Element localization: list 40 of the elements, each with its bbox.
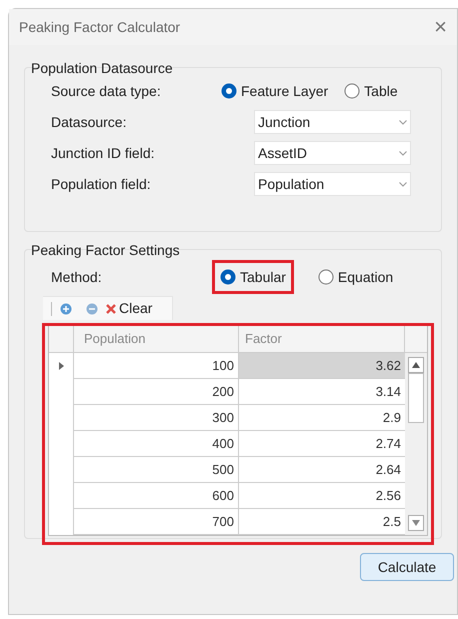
window-title: Peaking Factor Calculator bbox=[19, 18, 180, 37]
dropdown[interactable]: Junction bbox=[254, 110, 411, 134]
table-cell[interactable]: 100 bbox=[74, 353, 239, 379]
chevron-down-icon bbox=[399, 120, 407, 124]
group-title: Peaking Factor Settings bbox=[31, 241, 181, 260]
radio-unchecked-icon bbox=[318, 269, 334, 285]
radio-option[interactable]: Equation bbox=[318, 266, 394, 288]
table-cell[interactable]: 700 bbox=[74, 509, 239, 535]
table-cell[interactable]: 600 bbox=[74, 483, 239, 509]
radio-unchecked-icon bbox=[344, 83, 360, 99]
scroll-thumb[interactable] bbox=[408, 373, 424, 423]
table-cell[interactable]: 400 bbox=[74, 431, 239, 457]
row-pointer-icon bbox=[58, 362, 64, 370]
close-button[interactable]: × bbox=[430, 16, 451, 38]
dropdown[interactable]: Population bbox=[254, 172, 411, 196]
calculate-button[interactable]: Calculate bbox=[360, 553, 454, 581]
field-label: Population field: bbox=[51, 174, 152, 194]
add-icon[interactable] bbox=[60, 302, 72, 314]
field-label: Source data type: bbox=[51, 82, 162, 101]
table-cell[interactable]: 500 bbox=[74, 457, 239, 483]
field-label: Junction ID field: bbox=[51, 144, 156, 162]
scrollbar[interactable] bbox=[405, 353, 427, 535]
dropdown[interactable]: AssetID bbox=[254, 141, 411, 165]
table-cell[interactable]: 200 bbox=[74, 379, 239, 405]
chevron-down-icon bbox=[399, 150, 407, 156]
group-title: Population Datasource bbox=[31, 59, 174, 78]
radio-option[interactable]: Feature Layer bbox=[221, 80, 328, 102]
radio-checked-icon bbox=[220, 269, 236, 285]
chevron-down-icon bbox=[399, 182, 407, 186]
clear-icon bbox=[106, 304, 116, 314]
radio-checked-icon bbox=[221, 83, 237, 99]
scroll-up-icon[interactable] bbox=[412, 362, 420, 368]
radio-option[interactable]: Table bbox=[344, 80, 398, 102]
field-label: Datasource: bbox=[51, 112, 128, 132]
remove-icon[interactable] bbox=[86, 302, 98, 314]
table-cell[interactable]: 3.62 bbox=[239, 353, 405, 379]
table-cell[interactable]: 300 bbox=[74, 405, 239, 431]
radio-option[interactable]: Tabular bbox=[212, 260, 294, 294]
scroll-down-icon[interactable] bbox=[412, 520, 420, 526]
field-label: Method: bbox=[50, 268, 103, 286]
